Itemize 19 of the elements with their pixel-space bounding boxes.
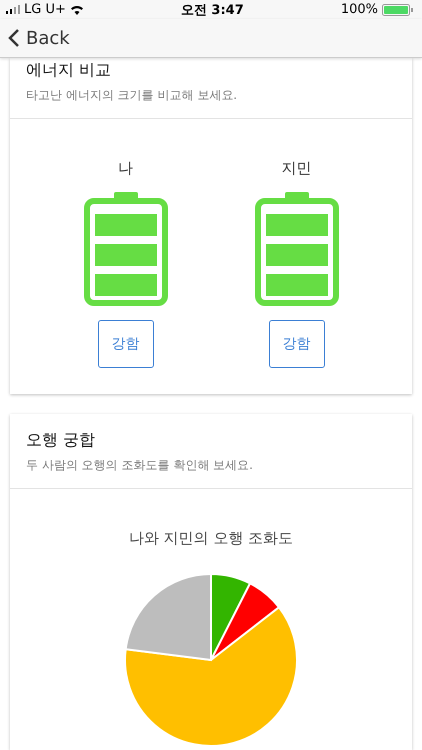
battery-percent: 100% — [340, 2, 378, 18]
person-name: 나 — [118, 159, 133, 178]
back-button[interactable]: Back — [8, 28, 70, 49]
card-title: 오행 궁합 — [26, 430, 96, 451]
battery-icon — [254, 192, 338, 306]
card-subtitle: 두 사람의 오행의 조화도를 확인해 보세요. — [26, 457, 254, 474]
chart-title: 나와 지민의 오행 조화도 — [128, 529, 294, 548]
status-battery-icon — [382, 4, 416, 16]
energy-level-button[interactable]: 강함 — [268, 320, 324, 368]
card-subtitle: 타고난 에너지의 크기를 비교해 보세요. — [26, 87, 238, 104]
carrier-name: LG U+ — [24, 2, 66, 18]
energy-level-button[interactable]: 강함 — [98, 320, 154, 368]
card-title: 에너지 비교 — [26, 60, 112, 81]
signal-icon — [6, 5, 20, 14]
clock-time: 오전 3:47 — [180, 2, 244, 19]
person-name: 지민 — [282, 159, 312, 178]
chevron-left-icon — [8, 28, 20, 48]
wifi-icon — [70, 4, 84, 16]
battery-icon — [84, 192, 168, 306]
